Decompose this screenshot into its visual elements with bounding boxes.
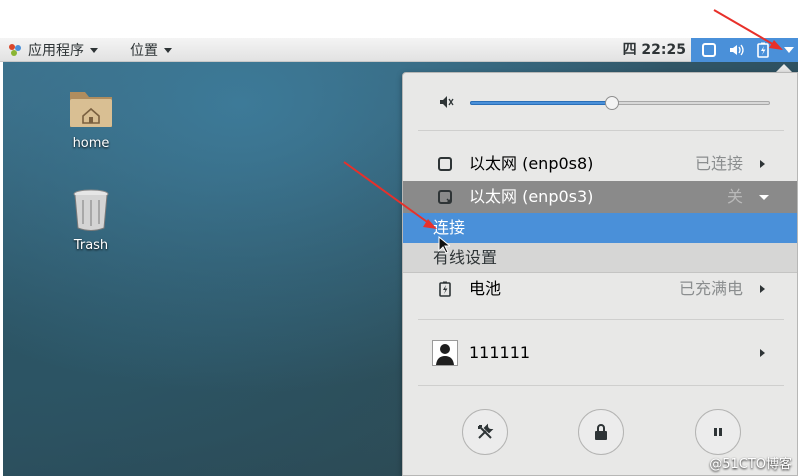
desktop-icon-home[interactable]: home — [46, 86, 136, 151]
chevron-down-icon — [784, 47, 794, 53]
top-bar: 应用程序 位置 四 22:25 — [0, 38, 798, 62]
chevron-right-icon — [760, 349, 765, 357]
system-status-area[interactable] — [691, 38, 798, 62]
applications-menu[interactable]: 应用程序 — [8, 38, 98, 62]
battery-label: 电池 — [469, 279, 502, 298]
user-row[interactable]: 111111 — [403, 337, 797, 369]
network-row-enp0s3[interactable]: 以太网 (enp0s3) 关 — [403, 181, 797, 213]
chevron-right-icon — [760, 285, 765, 293]
places-menu-label: 位置 — [130, 43, 158, 59]
chevron-down-icon — [90, 47, 98, 53]
divider — [418, 319, 784, 320]
trash-icon — [73, 189, 109, 231]
chevron-down-icon — [164, 47, 172, 53]
network-label: 以太网 (enp0s8) — [469, 154, 594, 173]
battery-row[interactable]: 电池 已充满电 — [403, 273, 797, 305]
network-wired-disconnected-icon — [438, 190, 452, 204]
divider — [418, 385, 784, 386]
lock-icon — [595, 424, 607, 440]
network-wired-icon — [702, 43, 716, 57]
desktop-icon-label: Trash — [73, 238, 109, 253]
desktop-icon-trash[interactable]: Trash — [46, 188, 136, 253]
user-name: 111111 — [469, 343, 531, 362]
battery-status: 已充满电 — [678, 279, 743, 298]
wired-settings-menu-item[interactable]: 有线设置 — [403, 243, 797, 273]
chevron-right-icon — [760, 160, 765, 168]
settings-icon — [478, 423, 494, 439]
network-status: 关 — [726, 187, 743, 206]
network-wired-icon — [438, 157, 452, 171]
battery-icon — [757, 42, 769, 58]
lock-button[interactable] — [578, 409, 624, 455]
chevron-down-icon — [759, 195, 769, 200]
places-menu[interactable]: 位置 — [130, 38, 172, 62]
network-status: 已连接 — [694, 154, 743, 173]
watermark: @51CTO博客 — [709, 457, 792, 472]
suspend-button[interactable] — [695, 409, 741, 455]
network-row-enp0s8[interactable]: 以太网 (enp0s8) 已连接 — [403, 148, 797, 180]
divider — [418, 130, 784, 131]
desktop-icon-label: home — [72, 136, 110, 151]
volume-muted-icon[interactable] — [438, 94, 454, 110]
volume-icon — [730, 44, 744, 56]
window-top-strip — [0, 0, 798, 38]
window-edge — [0, 62, 3, 476]
popup-pointer — [776, 64, 792, 72]
volume-slider-fill — [470, 101, 612, 105]
applications-icon — [9, 44, 21, 56]
folder-icon — [70, 92, 112, 127]
network-label: 以太网 (enp0s3) — [469, 187, 594, 206]
applications-menu-label: 应用程序 — [28, 43, 84, 59]
connect-menu-item[interactable]: 连接 — [403, 213, 797, 243]
pause-icon — [714, 428, 722, 436]
mouse-cursor-icon — [438, 236, 450, 254]
volume-slider-handle[interactable] — [605, 96, 619, 110]
clock[interactable]: 四 22:25 — [623, 38, 686, 62]
battery-icon — [439, 281, 451, 297]
settings-button[interactable] — [462, 409, 508, 455]
